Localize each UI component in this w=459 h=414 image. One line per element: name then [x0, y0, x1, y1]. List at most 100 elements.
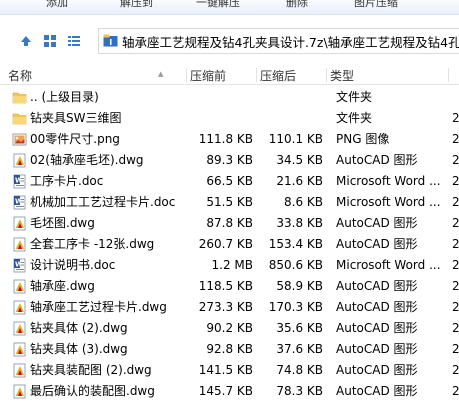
file-modified-partial: 2 [452, 195, 459, 209]
file-modified-partial: 2 [452, 216, 459, 230]
file-packed-size: 74.8 KB [276, 363, 323, 377]
column-size[interactable]: 压缩前 [190, 67, 226, 84]
file-type: AutoCAD 图形 [336, 384, 418, 398]
delete-button[interactable]: 删除 [286, 0, 308, 10]
sort-chevron-icon: ▲ [158, 70, 164, 78]
file-type: Microsoft Word ... [336, 174, 441, 188]
file-packed-size: 153.4 KB [268, 237, 323, 251]
column-type[interactable]: 类型 [330, 67, 354, 84]
file-name: 02(轴承座毛坯).dwg [30, 153, 144, 167]
file-row[interactable]: 钻夹具体 (3).dwg 92.8 KB 37.6 KB AutoCAD 图形 2 [0, 339, 459, 360]
file-type: AutoCAD 图形 [336, 363, 418, 377]
file-packed-size: 34.5 KB [276, 153, 323, 167]
dwg-file-icon [12, 363, 27, 378]
column-divider[interactable] [326, 68, 327, 82]
file-row[interactable]: W 设计说明书.doc 1.2 MB 850.6 KB Microsoft Word .… [0, 255, 459, 276]
file-type: AutoCAD 图形 [336, 279, 418, 293]
file-name: 钻夹具SW三维图 [30, 111, 122, 125]
file-modified-partial: 2 [452, 132, 459, 146]
file-type: AutoCAD 图形 [336, 153, 418, 167]
file-size: 111.8 KB [198, 132, 253, 146]
dwg-file-icon [12, 321, 27, 336]
file-packed-size: 33.8 KB [276, 216, 323, 230]
folder-icon [12, 90, 27, 105]
file-row[interactable]: W 工序卡片.doc 66.5 KB 21.6 KB Microsoft Word ..… [0, 171, 459, 192]
file-size: 51.5 KB [206, 195, 253, 209]
file-type: Microsoft Word ... [336, 195, 441, 209]
file-name: 钻夹具体 (2).dwg [30, 321, 128, 335]
file-row[interactable]: W 机械加工工艺过程卡片.doc 51.5 KB 8.6 KB Microsoft Wo… [0, 192, 459, 213]
file-size: 118.5 KB [198, 279, 253, 293]
file-size: 141.5 KB [198, 363, 253, 377]
file-row[interactable]: 钻夹具装配图 (2).dwg 141.5 KB 74.8 KB AutoCAD 图形 2 [0, 360, 459, 381]
file-packed-size: 37.6 KB [276, 342, 323, 356]
dwg-file-icon [12, 300, 27, 315]
file-size: 90.2 KB [206, 321, 253, 335]
file-size: 89.3 KB [206, 153, 253, 167]
one-click-extract-button[interactable]: 一键解压 [196, 0, 240, 10]
file-row[interactable]: 毛坯图.dwg 87.8 KB 33.8 KB AutoCAD 图形 2 [0, 213, 459, 234]
add-button[interactable]: 添加 [46, 0, 68, 10]
file-modified-partial: 2 [452, 300, 459, 314]
dwg-file-icon [12, 279, 27, 294]
column-name[interactable]: 名称 [8, 67, 32, 84]
file-row[interactable]: 全套工序卡 -12张.dwg 260.7 KB 153.4 KB AutoCAD 图形… [0, 234, 459, 255]
file-packed-size: 850.6 KB [268, 258, 323, 272]
up-arrow-icon[interactable] [18, 34, 34, 50]
column-header: 名称 ▲ 压缩前 压缩后 类型 [0, 66, 459, 85]
file-name: 轴承座.dwg [30, 279, 95, 293]
file-row[interactable]: 钻夹具SW三维图 文件夹 2 [0, 108, 459, 129]
file-packed-size: 170.3 KB [268, 300, 323, 314]
file-size: 260.7 KB [198, 237, 253, 251]
doc-file-icon: W [12, 258, 27, 273]
column-divider[interactable] [448, 68, 449, 82]
file-size: 66.5 KB [206, 174, 253, 188]
file-modified-partial: 2 [452, 342, 459, 356]
file-modified-partial: 2 [452, 321, 459, 335]
file-name: .. (上级目录) [30, 90, 99, 104]
extract-to-button[interactable]: 解压到 [120, 0, 153, 10]
file-row[interactable]: 02(轴承座毛坯).dwg 89.3 KB 34.5 KB AutoCAD 图形 2 [0, 150, 459, 171]
file-size: 273.3 KB [198, 300, 253, 314]
file-name: 工序卡片.doc [30, 174, 104, 188]
file-type: AutoCAD 图形 [336, 216, 418, 230]
file-modified-partial: 2 [452, 363, 459, 377]
column-divider[interactable] [186, 68, 187, 82]
file-name: 设计说明书.doc [30, 258, 116, 272]
dwg-file-icon [12, 342, 27, 357]
archive-icon [103, 34, 118, 47]
file-size: 145.7 KB [198, 384, 253, 398]
dwg-file-icon [12, 153, 27, 168]
column-divider[interactable] [256, 68, 257, 82]
file-name: 最后确认的装配图.dwg [30, 384, 155, 398]
doc-file-icon: W [12, 195, 27, 210]
view-thumbnails-icon[interactable] [42, 34, 58, 50]
dwg-file-icon [12, 384, 27, 399]
view-list-icon[interactable] [66, 34, 82, 50]
address-path: 轴承座工艺规程及钻4孔夹具设计.7z\轴承座工艺规程及钻4孔夹具 [122, 35, 459, 50]
file-modified-partial: 2 [452, 174, 459, 188]
file-modified-partial: 2 [452, 237, 459, 251]
address-bar[interactable]: 轴承座工艺规程及钻4孔夹具设计.7z\轴承座工艺规程及钻4孔夹具 [98, 28, 459, 54]
file-type: PNG 图像 [336, 132, 390, 146]
file-name: 钻夹具体 (3).dwg [30, 342, 128, 356]
file-modified-partial: 2 [452, 111, 459, 125]
file-modified-partial: 2 [452, 258, 459, 272]
file-row[interactable]: 最后确认的装配图.dwg 145.7 KB 78.3 KB AutoCAD 图形 2 [0, 381, 459, 402]
file-size: 92.8 KB [206, 342, 253, 356]
file-row[interactable]: 轴承座工艺过程卡片.dwg 273.3 KB 170.3 KB AutoCAD 图形 2 [0, 297, 459, 318]
file-packed-size: 58.9 KB [276, 279, 323, 293]
file-size: 87.8 KB [206, 216, 253, 230]
file-row[interactable]: 钻夹具体 (2).dwg 90.2 KB 35.6 KB AutoCAD 图形 2 [0, 318, 459, 339]
file-row[interactable]: 00零件尺寸.png 111.8 KB 110.1 KB PNG 图像 2 [0, 129, 459, 150]
file-modified-partial: 2 [452, 153, 459, 167]
file-name: 钻夹具装配图 (2).dwg [30, 363, 152, 377]
file-name: 全套工序卡 -12张.dwg [30, 237, 155, 251]
file-type: 文件夹 [336, 90, 373, 104]
file-row[interactable]: .. (上级目录) 文件夹 [0, 87, 459, 108]
column-packed[interactable]: 压缩后 [260, 67, 296, 84]
image-compress-button[interactable]: 图片压缩 [354, 0, 398, 10]
file-row[interactable]: 轴承座.dwg 118.5 KB 58.9 KB AutoCAD 图形 2 [0, 276, 459, 297]
file-type: 文件夹 [336, 111, 373, 125]
file-packed-size: 35.6 KB [276, 321, 323, 335]
